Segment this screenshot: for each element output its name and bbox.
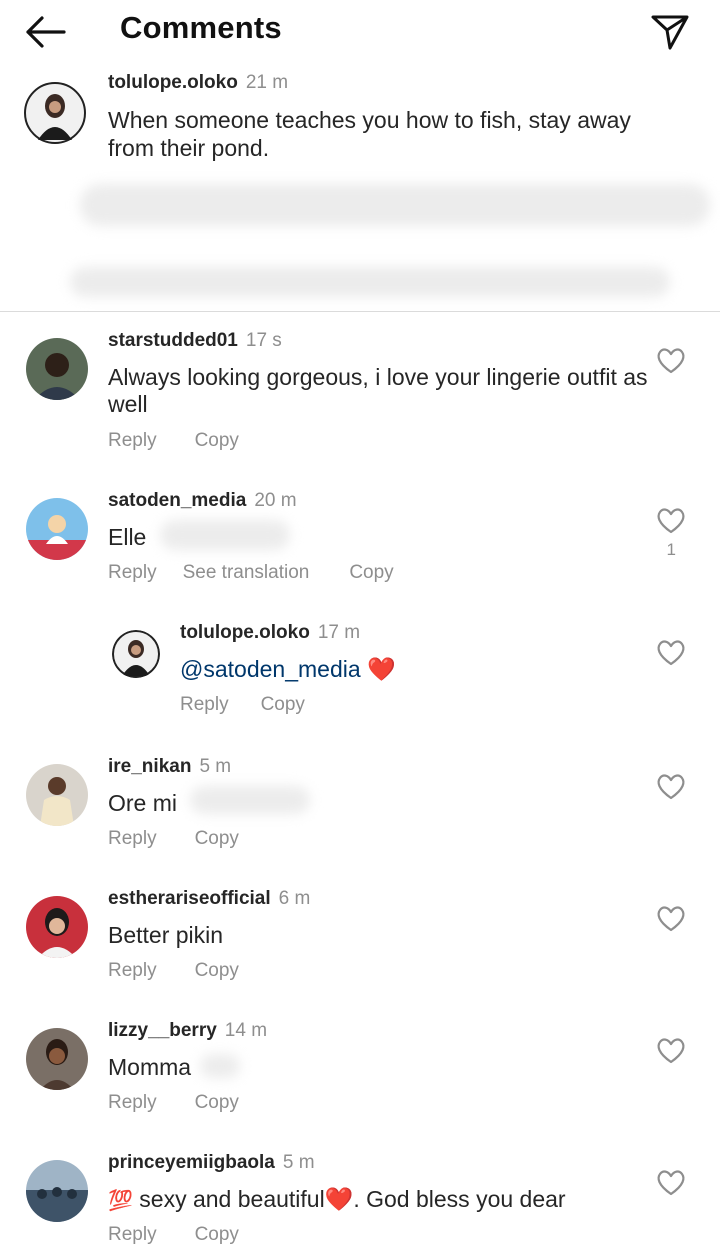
comment-username[interactable]: princeyemiigbaola [108, 1152, 275, 1173]
comment-text: Momma [108, 1054, 192, 1080]
comment-meta: lizzy__berry 14 m [108, 1020, 267, 1042]
reply-button[interactable]: Reply [180, 694, 229, 716]
reply-button[interactable]: Reply [108, 960, 157, 982]
heart-icon [657, 906, 685, 932]
like-button[interactable] [656, 638, 686, 666]
comment-time: 17 s [245, 330, 282, 351]
blurred-area [80, 184, 710, 226]
copy-button[interactable]: Copy [195, 960, 239, 982]
reply-button[interactable]: Reply [108, 562, 157, 584]
page-title: Comments [120, 10, 282, 45]
comment-item: lizzy__berry 14 m Momma Reply Copy [0, 1008, 720, 1138]
copy-button[interactable]: Copy [349, 562, 393, 584]
like-button[interactable] [656, 1168, 686, 1196]
comment-actions: Reply Copy [180, 694, 343, 716]
copy-button[interactable]: Copy [195, 430, 239, 452]
comment-text: Always looking gorgeous, i love your lin… [108, 364, 648, 417]
copy-button[interactable]: Copy [195, 1092, 239, 1114]
blurred-area [160, 520, 290, 550]
comment-meta: ire_nikan 5 m [108, 756, 231, 778]
comment-actions: Reply Copy [108, 960, 277, 982]
comment-item: ire_nikan 5 m Ore mi Reply Copy [0, 744, 720, 874]
like-button[interactable] [656, 506, 686, 534]
comment-actions: Reply Copy [108, 1092, 277, 1114]
avatar[interactable] [26, 1028, 88, 1090]
comment-time: 14 m [224, 1020, 268, 1041]
like-count[interactable]: 1 [667, 540, 676, 560]
caption-username[interactable]: tolulope.oloko [108, 72, 238, 93]
comment-username[interactable]: satoden_media [108, 490, 246, 511]
heart-icon [657, 348, 685, 374]
heart-emoji: ❤️ [367, 656, 396, 682]
avatar[interactable] [26, 764, 88, 826]
caption-text: When someone teaches you how to fish, st… [108, 107, 631, 161]
comment-time: 17 m [317, 622, 361, 643]
top-bar: Comments [0, 0, 720, 62]
comment-time: 20 m [254, 490, 297, 511]
mention-link[interactable]: @satoden_media [180, 656, 361, 682]
comment-meta: starstudded01 17 s [108, 330, 282, 352]
heart-icon [657, 1038, 685, 1064]
blurred-area [200, 1054, 240, 1078]
comment-meta: princeyemiigbaola 5 m [108, 1152, 315, 1174]
avatar[interactable] [26, 498, 88, 560]
comment-username[interactable]: lizzy__berry [108, 1020, 217, 1041]
avatar[interactable] [112, 630, 160, 678]
comment-text: 💯 sexy and beautiful❤️. God bless you de… [108, 1186, 648, 1215]
copy-button[interactable]: Copy [195, 828, 239, 850]
comment-actions: Reply Copy [108, 1224, 277, 1246]
blurred-area [70, 267, 670, 297]
comment-item: starstudded01 17 s Always looking gorgeou… [0, 312, 720, 468]
post-caption: tolulope.oloko 21 m When someone teaches … [0, 62, 720, 312]
heart-icon [657, 774, 685, 800]
comment-actions: Reply Copy [108, 828, 277, 850]
comment-username[interactable]: estherariseofficial [108, 888, 271, 909]
like-button[interactable] [656, 904, 686, 932]
heart-icon [657, 508, 685, 534]
comment-username[interactable]: ire_nikan [108, 756, 191, 777]
reply-item: tolulope.oloko 17 m @satoden_media ❤️ Rep… [0, 612, 720, 742]
share-button[interactable] [648, 10, 692, 54]
hundred-emoji: 💯 [108, 1190, 133, 1212]
avatar[interactable] [24, 82, 86, 144]
paper-plane-icon [651, 15, 689, 50]
avatar[interactable] [26, 896, 88, 958]
comment-text: @satoden_media ❤️ [180, 656, 620, 683]
comment-actions: Reply See translation Copy [108, 562, 432, 584]
reply-button[interactable]: Reply [108, 828, 157, 850]
comment-username[interactable]: starstudded01 [108, 330, 238, 351]
comment-text: Better pikin [108, 922, 224, 948]
like-button[interactable] [656, 772, 686, 800]
comment-text: Ore mi [108, 790, 177, 816]
see-translation-button[interactable]: See translation [183, 562, 310, 584]
comment-meta: satoden_media 20 m [108, 490, 297, 512]
comment-time: 6 m [278, 888, 311, 909]
copy-button[interactable]: Copy [261, 694, 305, 716]
blurred-area [190, 786, 310, 814]
comment-time: 5 m [199, 756, 232, 777]
comment-time: 5 m [282, 1152, 315, 1173]
comment-item: princeyemiigbaola 5 m 💯 sexy and beautifu… [0, 1140, 720, 1252]
comment-meta: estherariseofficial 6 m [108, 888, 310, 910]
reply-button[interactable]: Reply [108, 430, 157, 452]
caption-meta: tolulope.oloko 21 m [108, 72, 288, 94]
comment-username[interactable]: tolulope.oloko [180, 622, 310, 643]
comment-body: sexy and beautiful❤️. God bless you dear [132, 1186, 566, 1212]
caption-time: 21 m [245, 72, 289, 93]
copy-button[interactable]: Copy [195, 1224, 239, 1246]
heart-icon [657, 640, 685, 666]
like-button[interactable] [656, 1036, 686, 1064]
reply-button[interactable]: Reply [108, 1092, 157, 1114]
comment-meta: tolulope.oloko 17 m [180, 622, 360, 644]
back-button[interactable] [22, 12, 68, 52]
like-button[interactable] [656, 346, 686, 374]
avatar[interactable] [26, 338, 88, 400]
avatar[interactable] [26, 1160, 88, 1222]
comment-item: satoden_media 20 m Elle Reply See translat… [0, 470, 720, 610]
arrow-left-icon [26, 16, 66, 48]
comment-actions: Reply Copy [108, 430, 277, 452]
reply-button[interactable]: Reply [108, 1224, 157, 1246]
heart-icon [657, 1170, 685, 1196]
comment-item: estherariseofficial 6 m Better pikin Repl… [0, 876, 720, 1006]
